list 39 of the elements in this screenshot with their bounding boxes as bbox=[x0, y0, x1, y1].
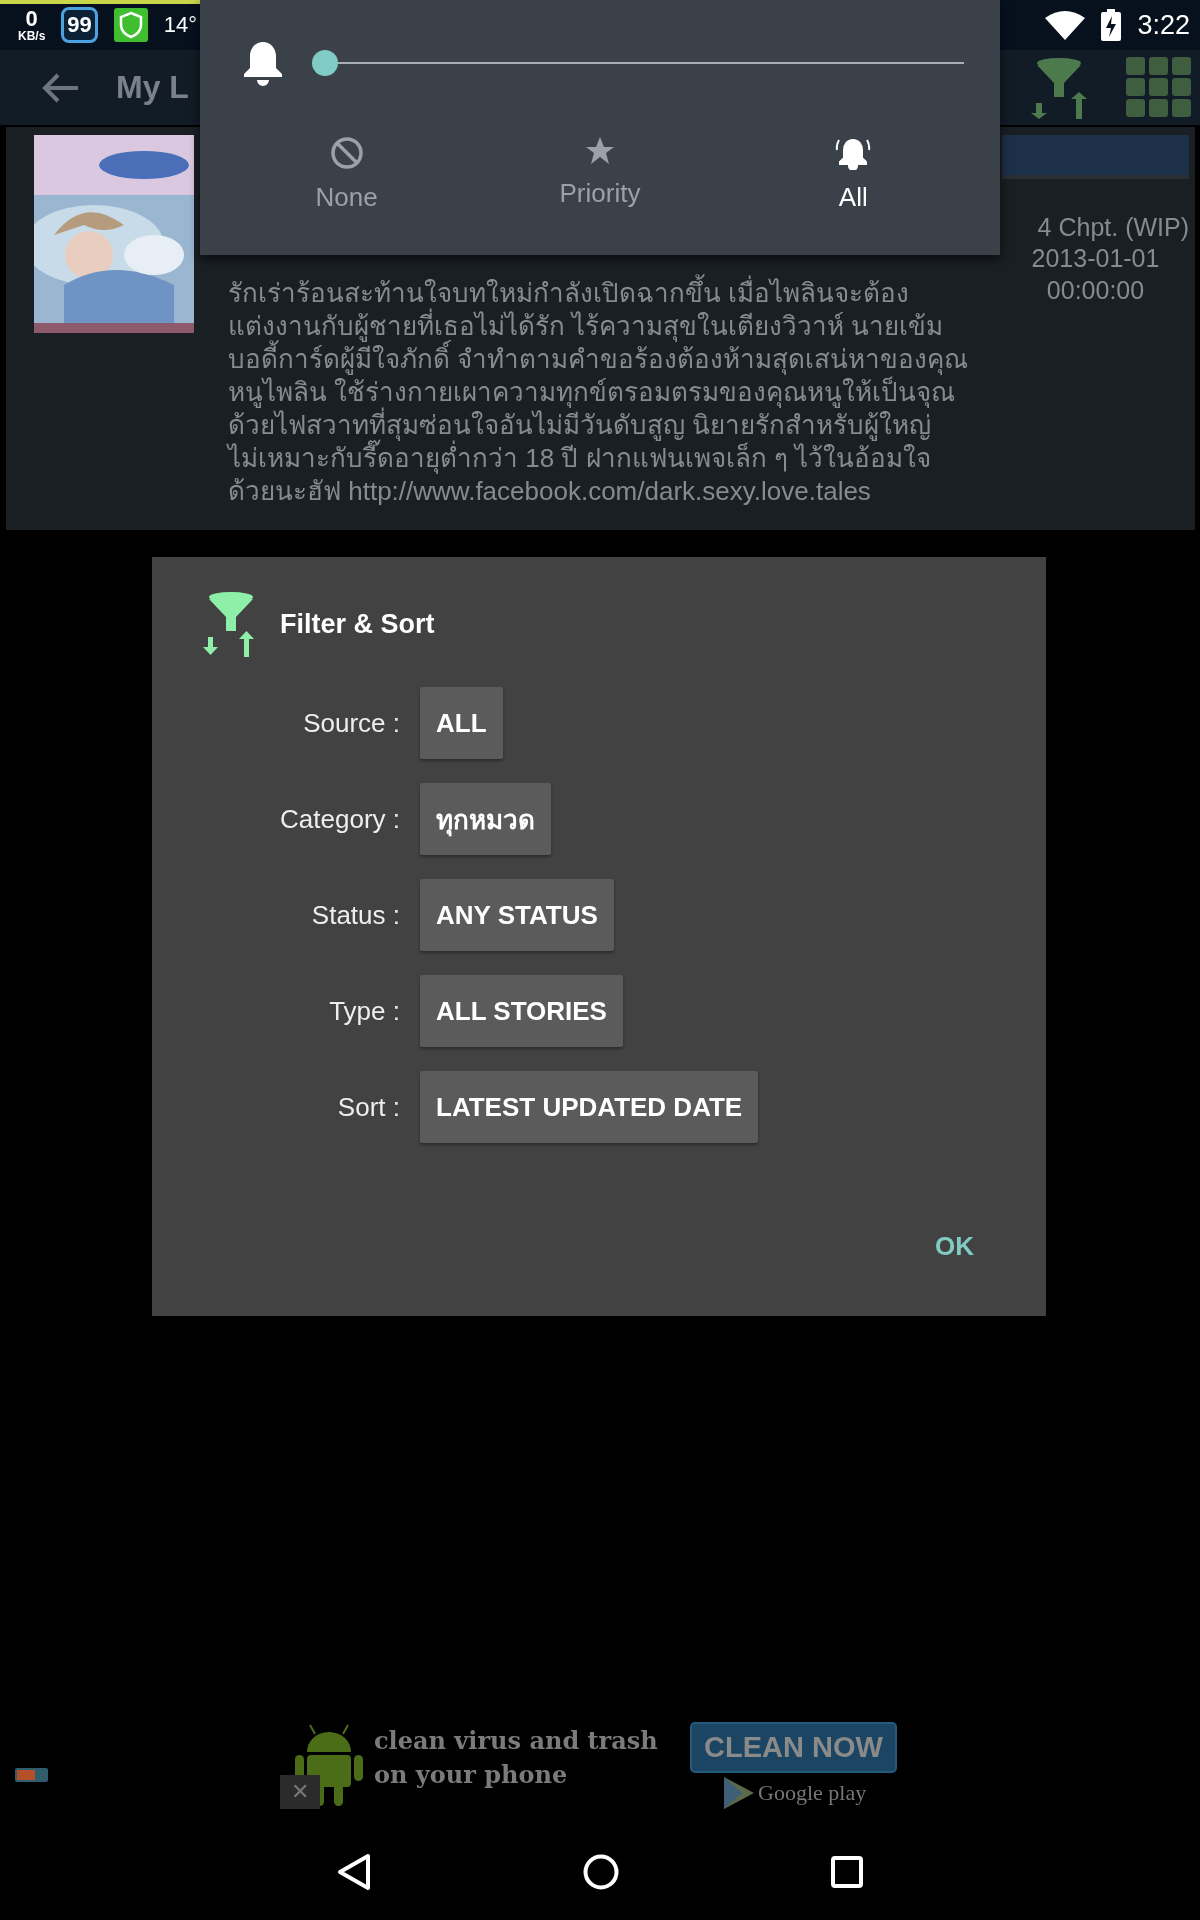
back-icon[interactable] bbox=[337, 1853, 371, 1891]
updated-date: 2013-01-01 bbox=[1031, 243, 1160, 274]
temperature: 14° bbox=[163, 12, 198, 38]
field-label: Type : bbox=[329, 995, 400, 1027]
recents-icon[interactable] bbox=[831, 1856, 863, 1888]
store-name: Google play bbox=[758, 1780, 867, 1806]
notification-badge: 99 bbox=[61, 7, 98, 43]
mode-option[interactable]: None bbox=[246, 135, 447, 214]
dialog-title: Filter & Sort bbox=[280, 608, 435, 640]
field-label: Status : bbox=[311, 899, 400, 931]
field-label: Category : bbox=[280, 803, 400, 835]
wifi-icon bbox=[1045, 10, 1086, 40]
option-button[interactable]: ALL STORIES bbox=[420, 975, 623, 1047]
toolbar-title: My L bbox=[116, 69, 189, 106]
block-icon bbox=[329, 136, 364, 170]
slider-thumb[interactable] bbox=[312, 49, 338, 76]
option-button[interactable]: LATEST UPDATED DATE bbox=[420, 1071, 759, 1143]
ok-button[interactable]: OK bbox=[929, 1227, 980, 1266]
field-label: Sort : bbox=[337, 1091, 400, 1123]
option-button[interactable]: ANY STATUS bbox=[420, 879, 614, 951]
star-icon bbox=[585, 136, 615, 166]
clock: 3:22 bbox=[1137, 9, 1190, 41]
play-store-icon bbox=[724, 1777, 754, 1809]
shield-icon bbox=[113, 8, 148, 42]
field-label: Source : bbox=[303, 707, 400, 739]
home-icon[interactable] bbox=[583, 1854, 619, 1890]
ad-headline: clean virus and trash on your phone bbox=[374, 1725, 658, 1791]
mode-option[interactable]: All bbox=[753, 135, 954, 214]
mode-option[interactable]: Priority bbox=[500, 135, 700, 214]
battery-icon bbox=[1101, 9, 1122, 41]
chapter-count: 4 Chpt. (WIP) bbox=[1037, 213, 1189, 242]
updated-time: 00:00:00 bbox=[1046, 275, 1145, 306]
option-button[interactable]: ALL bbox=[420, 687, 503, 759]
bell-icon bbox=[242, 39, 284, 86]
option-button[interactable]: ทุกหมวด bbox=[420, 783, 551, 855]
ringing-bell-icon bbox=[835, 136, 872, 170]
network-speed: 0 bbox=[25, 8, 38, 30]
speed-unit: KB/s bbox=[18, 30, 46, 42]
battery-level-icon bbox=[15, 1768, 48, 1782]
